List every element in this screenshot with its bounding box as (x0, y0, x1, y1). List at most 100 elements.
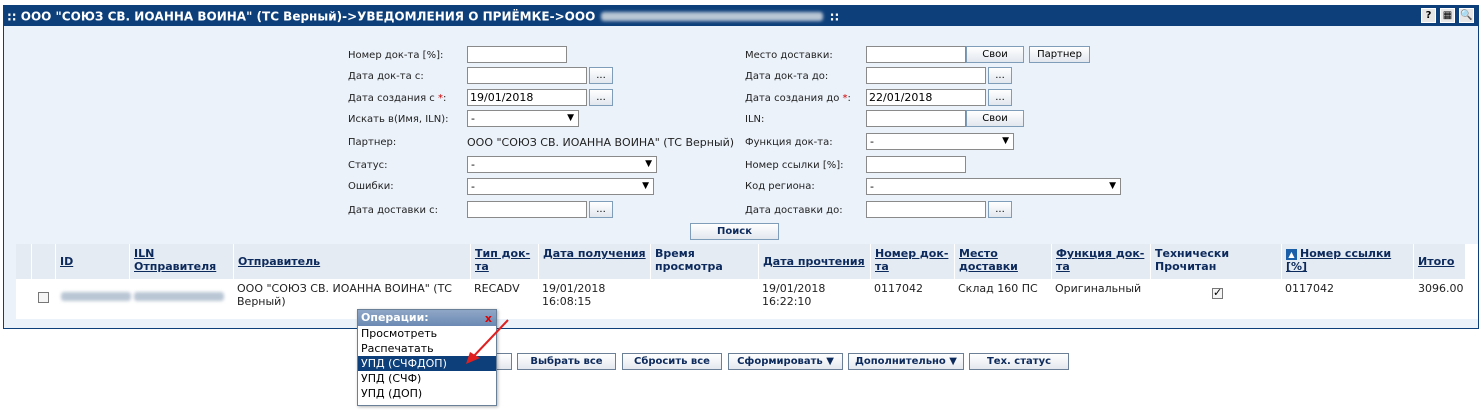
errors-label: Ошибки: (348, 181, 394, 192)
redacted-id (61, 291, 131, 301)
column-header-doc-number[interactable]: Номер док-та (871, 244, 955, 279)
delivery-from-input[interactable] (467, 201, 587, 218)
created-from-label-text: Дата создания с (348, 93, 435, 104)
doc-date-to-picker-button[interactable]: ... (988, 67, 1012, 84)
chevron-down-icon: ▼ (567, 113, 574, 123)
required-mark: * (437, 93, 443, 104)
doc-function-value: - (870, 135, 874, 148)
cell-total: 3096.00 (1418, 282, 1464, 295)
ref-number-input[interactable] (866, 156, 966, 173)
results-table: ID ILN Отправителя Отправитель Тип док-т… (16, 244, 1478, 319)
delivery-to-picker-button[interactable]: ... (988, 201, 1012, 218)
created-from-input[interactable]: 19/01/2018 (467, 89, 587, 106)
chevron-down-icon: ▼ (642, 181, 649, 191)
cell-read-date: 19/01/2018 16:22:10 (762, 282, 826, 308)
doc-date-to-label: Дата док-та до: (745, 71, 829, 82)
delivery-place-label: Место доставки: (745, 50, 833, 61)
column-header-ref-number[interactable]: ▲ Номер ссылки [%] (1282, 244, 1414, 279)
iln-input[interactable] (866, 110, 966, 127)
created-to-input[interactable]: 22/01/2018 (866, 89, 986, 106)
column-header-delivery-place[interactable]: Место доставки (955, 244, 1052, 279)
doc-function-label: Функция док-та: (745, 137, 833, 148)
own-button[interactable]: Свои (966, 46, 1024, 63)
tech-read-checkbox (1212, 286, 1223, 299)
created-from-picker-button[interactable]: ... (589, 89, 613, 106)
doc-number-input[interactable] (467, 46, 567, 63)
doc-date-from-picker-button[interactable]: ... (589, 67, 613, 84)
created-from-label: Дата создания с *: (348, 93, 447, 104)
sort-ascending-icon[interactable]: ▲ (1286, 249, 1297, 260)
chevron-down-icon: ▼ (645, 159, 652, 169)
delivery-from-picker-button[interactable]: ... (589, 201, 613, 218)
status-select[interactable]: - ▼ (467, 156, 657, 173)
select-all-button[interactable]: Выбрать все (517, 353, 616, 370)
menu-item-upd-schf[interactable]: УПД (СЧФ) (358, 371, 496, 386)
redacted-iln (134, 291, 224, 301)
page-title-suffix: :: (829, 9, 840, 24)
delivery-place-input[interactable] (866, 46, 966, 63)
chevron-down-icon: ▼ (1002, 136, 1009, 146)
doc-date-from-input[interactable] (467, 67, 587, 84)
region-select[interactable]: - ▼ (866, 178, 1121, 195)
created-to-label: Дата создания до *: (745, 93, 851, 104)
row-select-checkbox[interactable] (38, 292, 49, 303)
column-header-sender[interactable]: Отправитель (234, 244, 471, 279)
column-header-view-time: Время просмотра (651, 244, 759, 279)
search-icon[interactable]: 🔍 (1459, 8, 1474, 23)
generate-dropdown-button[interactable]: Сформировать ▼ (728, 353, 843, 370)
column-header-id[interactable]: ID (56, 244, 130, 279)
doc-date-to-input[interactable] (866, 67, 986, 84)
doc-number-label: Номер док-та [%]: (348, 50, 444, 61)
status-label: Статус: (348, 160, 388, 171)
region-value: - (870, 180, 874, 193)
search-button[interactable]: Поиск (690, 223, 779, 240)
column-header-doc-type[interactable]: Тип док-та (471, 244, 539, 279)
partner-label: Партнер: (348, 137, 397, 148)
chevron-down-icon: ▼ (1109, 181, 1116, 191)
cell-received-date: 19/01/2018 16:08:15 (542, 282, 606, 308)
column-header-read-date[interactable]: Дата прочтения (759, 244, 871, 279)
cell-doc-number: 0117042 (874, 282, 923, 295)
created-to-picker-button[interactable]: ... (988, 89, 1012, 106)
page-title-bar: :: ООО "СОЮЗ СВ. ИОАННА ВОИНА" (ТС Верны… (4, 6, 1478, 26)
region-label: Код региона: (745, 181, 815, 192)
reset-all-button[interactable]: Сбросить все (622, 353, 722, 370)
column-header-doc-function[interactable]: Функция док-та (1052, 244, 1151, 279)
menu-item-upd-dop[interactable]: УПД (ДОП) (358, 386, 496, 401)
column-header-iln-sender[interactable]: ILN Отправителя (130, 244, 234, 279)
errors-value: - (471, 180, 475, 193)
iln-own-button[interactable]: Свои (966, 110, 1024, 127)
more-dropdown-button[interactable]: Дополнительно ▼ (848, 353, 964, 370)
redacted-company-name (601, 12, 824, 21)
cell-iln-sender (132, 289, 226, 302)
created-to-label-text: Дата создания до (745, 93, 840, 104)
column-header-total[interactable]: Итого (1414, 244, 1466, 279)
doc-function-select[interactable]: - ▼ (866, 133, 1014, 150)
column-header-received-date[interactable]: Дата получения (539, 244, 651, 279)
cell-id (59, 289, 133, 302)
required-mark: * (842, 93, 848, 104)
tech-status-button[interactable]: Тех. статус (969, 353, 1069, 370)
status-value: - (471, 158, 475, 171)
grid-icon[interactable]: ▦ (1440, 8, 1455, 23)
annotation-arrow (466, 319, 509, 364)
table-header-checkbox (32, 244, 56, 279)
filter-panel: :: ООО "СОЮЗ СВ. ИОАННА ВОИНА" (ТС Верны… (3, 5, 1479, 329)
page-title: :: ООО "СОЮЗ СВ. ИОАННА ВОИНА" (ТС Верны… (7, 9, 596, 24)
ref-number-label: Номер ссылки [%]: (745, 160, 844, 171)
help-icon[interactable]: ? (1421, 8, 1436, 23)
iln-label: ILN: (745, 114, 765, 125)
errors-select[interactable]: - ▼ (467, 178, 654, 195)
cell-sender: ООО "СОЮЗ СВ. ИОАННА ВОИНА" (ТС Верный) (237, 282, 452, 308)
delivery-from-label: Дата доставки с: (348, 205, 439, 216)
cell-doc-type: RECADV (474, 282, 520, 295)
column-header-ref-number-label: Номер ссылки [%] (1286, 247, 1392, 273)
table-header-blank (16, 244, 32, 279)
partner-value: ООО "СОЮЗ СВ. ИОАННА ВОИНА" (ТС Верный) (467, 136, 735, 149)
delivery-to-input[interactable] (866, 201, 986, 218)
search-in-select[interactable]: - ▼ (467, 110, 579, 127)
partner-button[interactable]: Партнер (1029, 46, 1090, 63)
cell-delivery-place: Склад 160 ПС (958, 282, 1038, 295)
search-in-label: Искать в(Имя, ILN): (348, 114, 449, 125)
operations-popup-title: Операции: (361, 311, 429, 324)
